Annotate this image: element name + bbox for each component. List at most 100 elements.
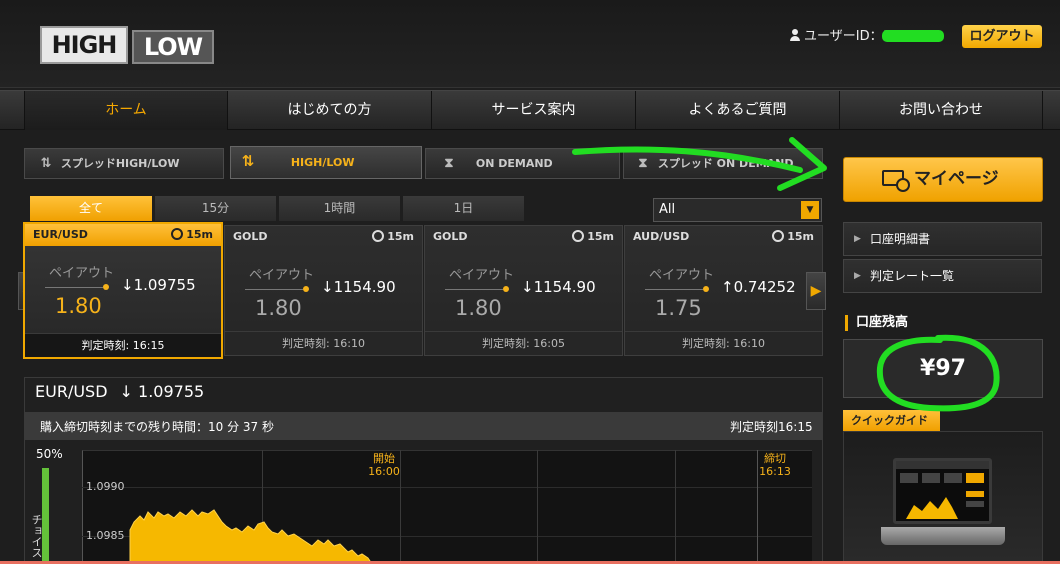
stopwatch-icon bbox=[171, 228, 184, 240]
chart-rate: ↓ 1.09755 bbox=[119, 382, 205, 401]
tab-spread-highlow-label: スプレッドHIGH/LOW bbox=[60, 157, 180, 170]
arrow-right-icon: ▶ bbox=[810, 283, 822, 299]
card-header: GOLD 15m bbox=[225, 226, 422, 248]
price-area bbox=[129, 509, 373, 564]
judge-time: 判定時刻: 16:15 bbox=[25, 333, 221, 357]
rate-value: 1.09755 bbox=[133, 276, 196, 294]
link-label: 口座明細書 bbox=[870, 232, 931, 246]
carousel-next-button[interactable]: ▶ bbox=[806, 272, 826, 310]
rate-direction-icon: ↓ bbox=[121, 276, 134, 294]
card-duration-text: 15m bbox=[387, 230, 414, 243]
time-tab-15min[interactable]: 15分 bbox=[155, 196, 276, 221]
divider bbox=[445, 289, 503, 290]
card-header: GOLD 15m bbox=[425, 226, 622, 248]
rate-dot bbox=[103, 284, 109, 290]
stopwatch-icon bbox=[572, 230, 585, 242]
current-rate: ↑0.74252 bbox=[721, 278, 796, 296]
nav-home[interactable]: ホーム bbox=[24, 91, 227, 130]
payout-label: ペイアウト bbox=[249, 268, 315, 283]
nav-beginners[interactable]: はじめての方 bbox=[227, 91, 431, 130]
time-tab-all[interactable]: 全て bbox=[30, 196, 152, 221]
tab-spread-on-demand[interactable]: ⧗ スプレッド ON DEMAND bbox=[623, 148, 823, 179]
close-time: 16:13 bbox=[759, 465, 791, 478]
option-card-gold-1[interactable]: GOLD 15m ペイアウト 1.80 ↓1154.90 判定時刻: 16:10 bbox=[224, 225, 423, 356]
rate-direction-icon: ↑ bbox=[721, 278, 734, 296]
divider bbox=[45, 287, 103, 288]
choice-percent: 50% bbox=[36, 447, 63, 461]
rate-direction-icon: ↓ bbox=[321, 278, 334, 296]
rate-value: 1154.90 bbox=[533, 278, 596, 296]
spread-arrows-icon: ⇅ bbox=[40, 156, 52, 171]
price-area-fill bbox=[129, 509, 373, 564]
payout-label: ペイアウト bbox=[49, 266, 115, 281]
logo-high: HIGH bbox=[40, 26, 128, 64]
rate-direction-icon: ↓ bbox=[521, 278, 534, 296]
laptop-base-image bbox=[881, 527, 1005, 545]
option-card-eurusd[interactable]: EUR/USD 15m ペイアウト 1.80 ↓1.09755 判定時刻: 16… bbox=[23, 222, 223, 359]
start-time: 16:00 bbox=[368, 465, 400, 478]
option-card-gold-2[interactable]: GOLD 15m ペイアウト 1.80 ↓1154.90 判定時刻: 16:05 bbox=[424, 225, 623, 356]
chart-title: EUR/USD ↓ 1.09755 bbox=[35, 382, 204, 401]
card-asset: AUD/USD bbox=[633, 230, 690, 243]
card-duration: 15m bbox=[171, 224, 213, 246]
spread-hourglass-icon: ⧗ bbox=[638, 156, 648, 171]
card-asset: GOLD bbox=[433, 230, 468, 243]
tab-spread-highlow[interactable]: ⇅ スプレッドHIGH/LOW bbox=[24, 148, 224, 179]
y-tick: 1.0990 bbox=[86, 480, 125, 493]
card-duration: 15m bbox=[572, 226, 614, 248]
card-asset: EUR/USD bbox=[33, 228, 88, 241]
close-label: 締切 16:13 bbox=[757, 452, 793, 478]
quick-guide-tab[interactable]: クイックガイド bbox=[843, 410, 940, 431]
card-duration-text: 15m bbox=[587, 230, 614, 243]
nav-services[interactable]: サービス案内 bbox=[431, 91, 635, 130]
link-account-statement[interactable]: ▶ 口座明細書 bbox=[843, 222, 1042, 256]
hourglass-icon: ⧗ bbox=[444, 156, 454, 171]
link-label: 判定レート一覧 bbox=[870, 269, 955, 283]
mypage-button[interactable]: マイページ bbox=[843, 157, 1043, 202]
card-duration: 15m bbox=[772, 226, 814, 248]
highlow-logo[interactable]: HIGH LOW bbox=[40, 24, 215, 66]
nav-faq[interactable]: よくあるご質問 bbox=[635, 91, 839, 130]
stopwatch-icon bbox=[372, 230, 385, 242]
tab-highlow-label: HIGH/LOW bbox=[290, 156, 355, 169]
user-id-value: 126326 bbox=[882, 29, 933, 44]
option-card-audusd[interactable]: AUD/USD 15m ペイアウト 1.75 ↑0.74252 判定時刻: 16… bbox=[624, 225, 823, 356]
payout-value: 1.75 bbox=[655, 296, 702, 320]
stopwatch-icon bbox=[772, 230, 785, 242]
rate-value: 0.74252 bbox=[733, 278, 796, 296]
main-nav: ホーム はじめての方 サービス案内 よくあるご質問 お問い合わせ bbox=[0, 90, 1060, 130]
payout-value: 1.80 bbox=[455, 296, 502, 320]
card-header: AUD/USD 15m bbox=[625, 226, 822, 248]
tab-on-demand[interactable]: ⧗ ON DEMAND bbox=[425, 148, 620, 179]
logout-button[interactable]: ログアウト bbox=[962, 25, 1042, 48]
time-tab-1hour[interactable]: 1時間 bbox=[279, 196, 400, 221]
current-rate: ↓1.09755 bbox=[121, 276, 196, 294]
judge-time: 判定時刻: 16:10 bbox=[225, 331, 422, 355]
y-tick: 1.0985 bbox=[86, 529, 125, 542]
tab-highlow[interactable]: ⇅ HIGH/LOW bbox=[230, 146, 422, 179]
divider bbox=[245, 289, 303, 290]
nav-contact[interactable]: お問い合わせ bbox=[839, 91, 1043, 130]
start-label: 開始 16:00 bbox=[368, 452, 400, 478]
time-tab-1day[interactable]: 1日 bbox=[403, 196, 524, 221]
card-duration: 15m bbox=[372, 226, 414, 248]
chevron-right-icon: ▶ bbox=[854, 271, 861, 281]
user-info: ユーザーID：126326 bbox=[790, 27, 943, 47]
rate-dot bbox=[703, 286, 709, 292]
payout-value: 1.80 bbox=[255, 296, 302, 320]
choice-label: チョイス bbox=[30, 514, 43, 558]
card-header: EUR/USD 15m bbox=[25, 224, 221, 246]
remaining-time: 購入締切時刻までの残り時間：10 分 37 秒 bbox=[40, 420, 274, 434]
chart-asset: EUR/USD bbox=[35, 382, 108, 401]
asset-select[interactable]: All ▼ bbox=[653, 198, 822, 222]
user-icon bbox=[790, 29, 800, 41]
card-duration-text: 15m bbox=[186, 228, 213, 241]
mypage-label: マイページ bbox=[914, 169, 999, 189]
link-judge-rates[interactable]: ▶ 判定レート一覧 bbox=[843, 259, 1042, 293]
tab-on-demand-label: ON DEMAND bbox=[475, 157, 553, 170]
high-low-arrows-icon: ⇅ bbox=[241, 152, 255, 170]
rate-dot bbox=[303, 286, 309, 292]
payout-label: ペイアウト bbox=[449, 268, 515, 283]
current-rate: ↓1154.90 bbox=[521, 278, 596, 296]
laptop-settings-icon bbox=[882, 170, 910, 192]
